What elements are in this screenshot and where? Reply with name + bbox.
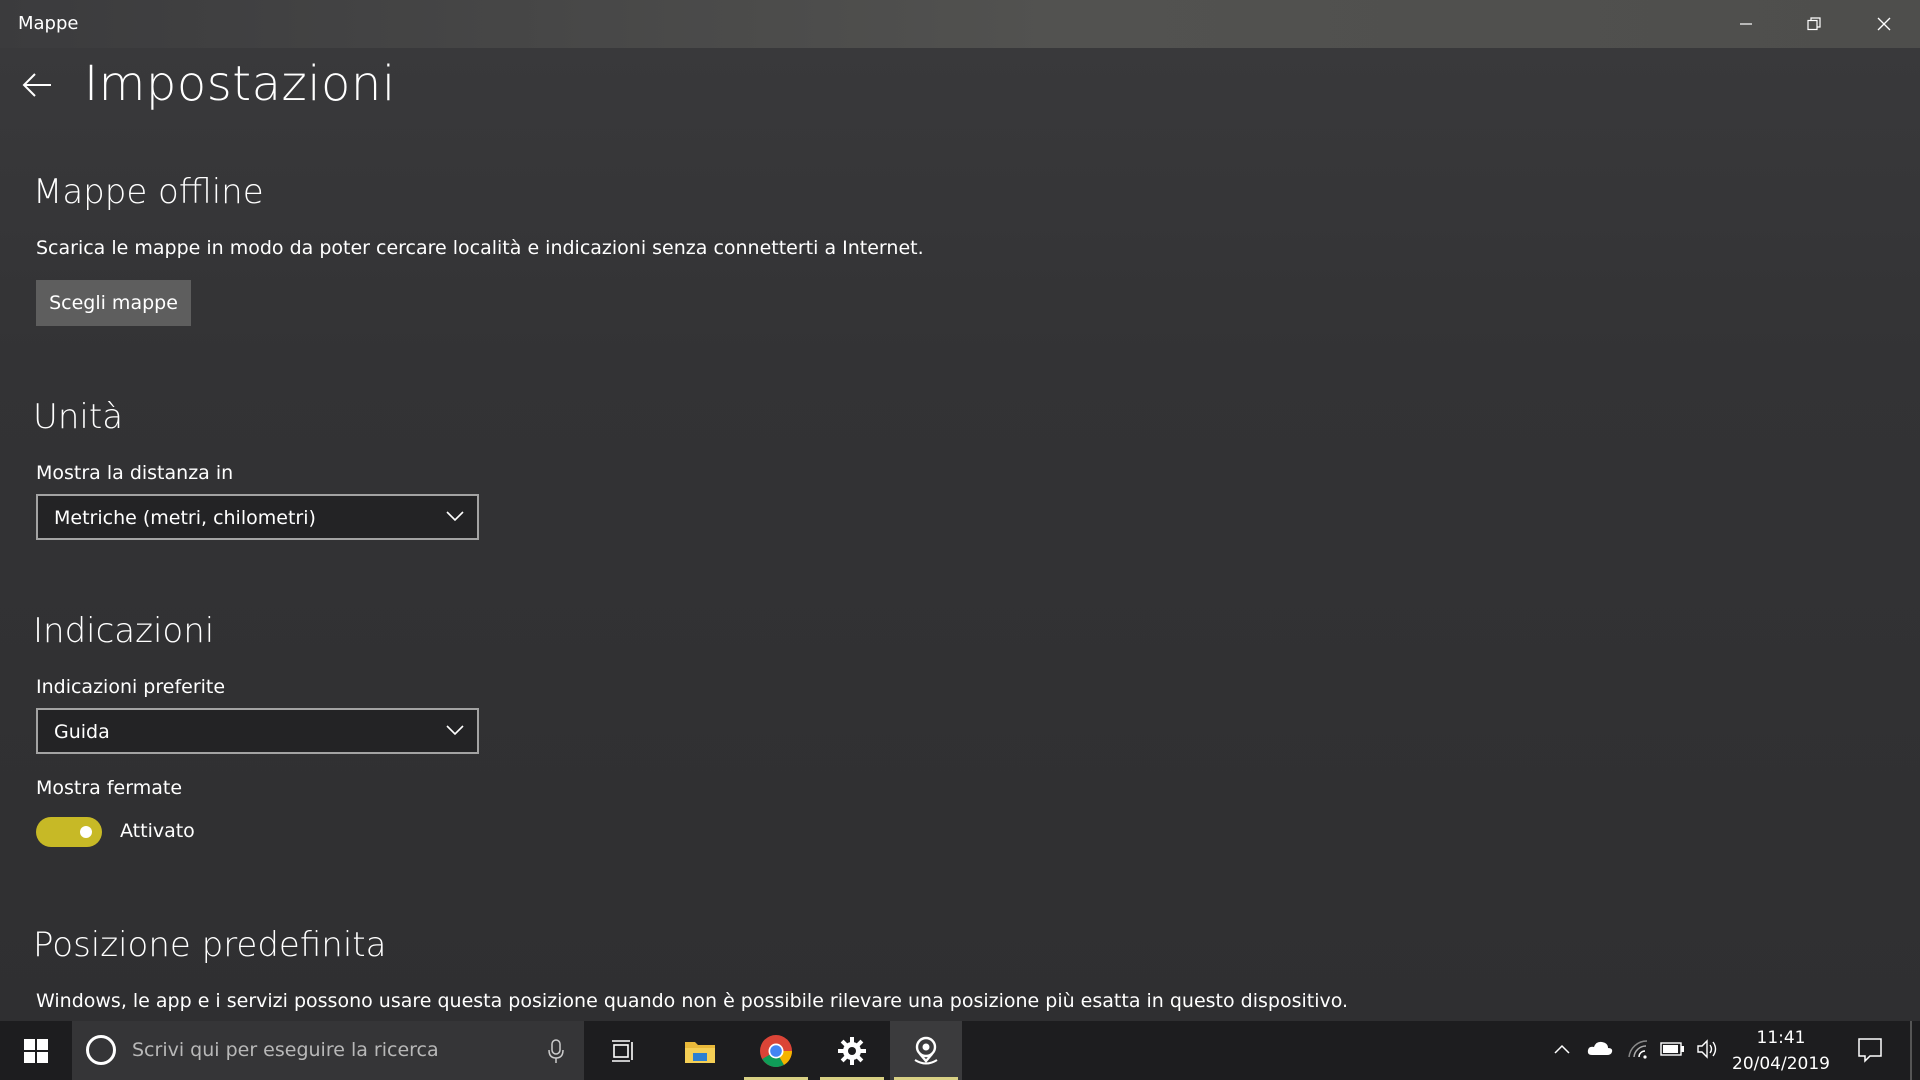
battery-icon[interactable] — [1660, 1038, 1686, 1060]
section-title-default-location: Posizione predefinita — [33, 925, 387, 965]
show-stops-toggle[interactable] — [36, 817, 102, 847]
chevron-down-icon — [446, 725, 464, 736]
maps-taskbar-button[interactable] — [890, 1021, 962, 1080]
file-explorer-button[interactable] — [664, 1021, 736, 1080]
clock-date: 20/04/2019 — [1732, 1054, 1830, 1074]
onedrive-icon[interactable] — [1586, 1038, 1614, 1060]
close-button[interactable] — [1850, 0, 1918, 48]
start-button[interactable] — [0, 1021, 72, 1080]
taskbar-search-box[interactable]: Scrivi qui per eseguire la ricerca — [72, 1021, 584, 1080]
chevron-up-icon[interactable] — [1552, 1038, 1572, 1060]
settings-icon — [838, 1036, 866, 1065]
search-placeholder: Scrivi qui per eseguire la ricerca — [132, 1039, 439, 1061]
choose-maps-button[interactable]: Scegli mappe — [36, 280, 191, 326]
file-explorer-icon — [685, 1041, 715, 1063]
maps-settings-window: Mappe Impostazioni Mappe offline Scarica… — [0, 0, 1920, 1021]
back-button[interactable] — [14, 62, 60, 108]
preferred-directions-dropdown[interactable]: Guida — [36, 708, 479, 754]
volume-icon[interactable] — [1696, 1038, 1720, 1060]
minimize-button[interactable] — [1712, 0, 1780, 48]
wifi-icon[interactable] — [1626, 1038, 1650, 1060]
preferred-directions-label: Indicazioni preferite — [36, 676, 226, 698]
chrome-button[interactable] — [740, 1021, 812, 1080]
default-location-description: Windows, le app e i servizi possono usar… — [36, 990, 1349, 1012]
page-title: Impostazioni — [84, 56, 396, 112]
section-title-offline-maps: Mappe offline — [33, 172, 264, 212]
title-bar[interactable]: Mappe — [0, 0, 1920, 48]
restore-button[interactable] — [1780, 0, 1848, 48]
maps-icon — [914, 1036, 938, 1064]
taskbar-clock[interactable]: 11:41 20/04/2019 — [1726, 1025, 1836, 1077]
restore-icon — [1807, 17, 1821, 31]
offline-maps-description: Scarica le mappe in modo da poter cercar… — [36, 237, 924, 259]
task-view-icon — [612, 1039, 633, 1062]
microphone-icon[interactable] — [546, 1038, 566, 1064]
taskbar: Scrivi qui per eseguire la ricerca 11:41… — [0, 1021, 1920, 1080]
section-title-directions: Indicazioni — [33, 611, 215, 651]
clock-time: 11:41 — [1756, 1028, 1806, 1048]
windows-logo-icon — [24, 1038, 48, 1063]
distance-units-dropdown[interactable]: Metriche (metri, chilometri) — [36, 494, 479, 540]
cortana-icon — [86, 1035, 116, 1065]
show-desktop-button[interactable] — [1910, 1021, 1912, 1080]
preferred-directions-value: Guida — [54, 721, 110, 743]
show-stops-state: Attivato — [120, 820, 195, 842]
section-title-units: Unità — [33, 397, 124, 437]
distance-units-value: Metriche (metri, chilometri) — [54, 507, 316, 529]
action-center-icon[interactable] — [1856, 1036, 1884, 1064]
minimize-icon — [1740, 23, 1752, 25]
back-arrow-icon — [22, 73, 51, 97]
close-icon — [1877, 17, 1891, 31]
show-stops-label: Mostra fermate — [36, 777, 183, 799]
chevron-down-icon — [446, 511, 464, 522]
chrome-icon — [760, 1034, 793, 1067]
settings-button[interactable] — [816, 1021, 888, 1080]
toggle-knob — [80, 826, 92, 838]
app-name: Mappe — [18, 13, 79, 34]
distance-label: Mostra la distanza in — [36, 462, 234, 484]
task-view-button[interactable] — [588, 1021, 660, 1080]
